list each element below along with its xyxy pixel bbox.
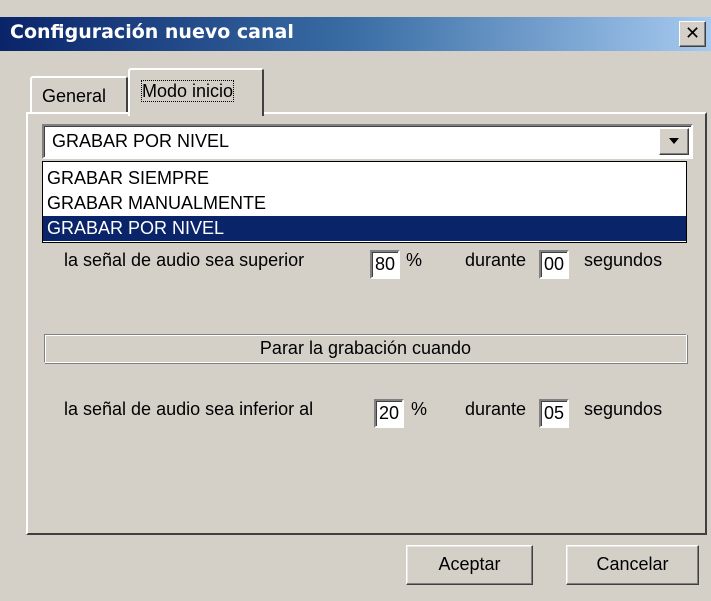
stop-condition-label: la señal de audio sea inferior al [64, 399, 314, 419]
tab-general-label: General [42, 86, 107, 106]
mode-option-por-nivel[interactable]: GRABAR POR NIVEL [43, 216, 686, 241]
stop-seconds-input[interactable]: 05 [539, 399, 569, 428]
cancel-button[interactable]: Cancelar [566, 545, 699, 585]
mode-option-manualmente[interactable]: GRABAR MANUALMENTE [43, 191, 686, 216]
mode-option-siempre[interactable]: GRABAR SIEMPRE [43, 166, 686, 191]
chevron-down-icon [669, 138, 679, 144]
stop-percent-sign: % [411, 399, 428, 419]
stop-percent-input[interactable]: 20 [374, 399, 404, 428]
stop-during-label: durante [465, 399, 527, 419]
tab-modo-inicio-label: Modo inicio [140, 80, 235, 102]
start-percent-input[interactable]: 80 [370, 250, 400, 279]
start-condition-label: la señal de audio sea superior [64, 250, 305, 270]
accept-button[interactable]: Aceptar [406, 545, 533, 585]
close-button[interactable]: ✕ [679, 21, 706, 47]
start-percent-sign: % [406, 250, 423, 270]
mode-select-value: GRABAR POR NIVEL [52, 131, 230, 151]
stop-seconds-label: segundos [584, 399, 663, 419]
window-title: Configuración nuevo canal [10, 21, 294, 43]
start-during-label: durante [465, 250, 527, 270]
mode-select[interactable]: GRABAR POR NIVEL [42, 124, 693, 159]
dialog-window: Configuración nuevo canal ✕ General Modo… [0, 0, 711, 601]
start-seconds-label: segundos [584, 250, 663, 270]
stop-section-header: Parar la grabación cuando [44, 334, 687, 363]
start-seconds-input[interactable]: 00 [539, 250, 569, 279]
mode-select-list: GRABAR SIEMPRE GRABAR MANUALMENTE GRABAR… [42, 161, 687, 243]
mode-select-dropdown-button[interactable] [659, 128, 689, 155]
close-icon: ✕ [684, 23, 701, 43]
title-bar[interactable]: Configuración nuevo canal ✕ [0, 17, 711, 51]
tab-general[interactable]: General [30, 76, 128, 114]
tab-modo-inicio[interactable]: Modo inicio [128, 68, 264, 116]
